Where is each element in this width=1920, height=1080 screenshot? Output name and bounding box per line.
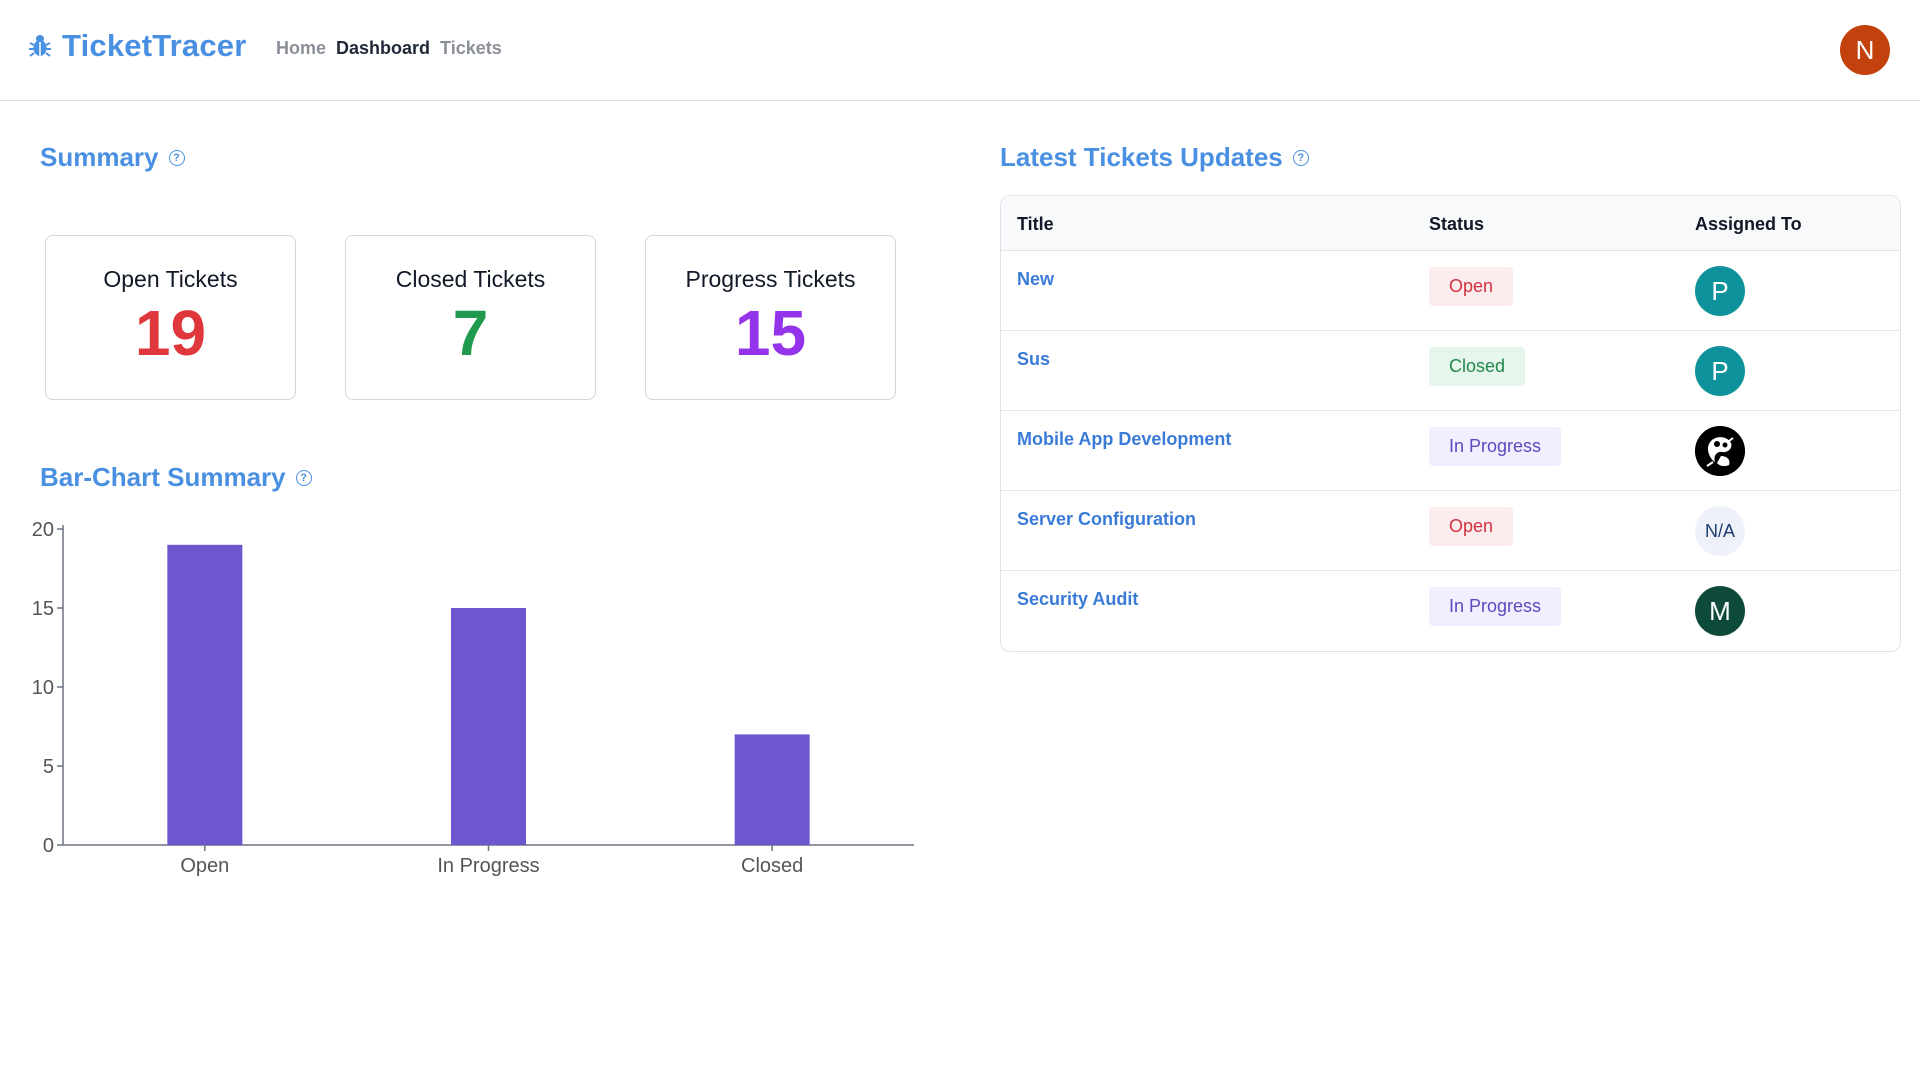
x-tick-label: Open [180,855,229,877]
open-tickets-label: Open Tickets [103,266,238,292]
assignee-avatar[interactable]: P [1695,266,1745,316]
table-row: New Open P [1001,251,1900,331]
nav-dashboard-link[interactable]: Dashboard [336,38,430,59]
closed-tickets-label: Closed Tickets [395,266,546,292]
ticket-title-link[interactable]: Sus [1017,349,1050,370]
brand-logo-link[interactable]: TicketTracer [28,28,247,64]
assignee-avatar: N/A [1695,506,1745,556]
table-row: Server Configuration Open N/A [1001,491,1900,571]
latest-title: Latest Tickets Updates [1000,142,1283,172]
status-badge: In Progress [1429,587,1562,626]
ticket-title-link[interactable]: Security Audit [1017,589,1138,610]
table-header: Title Status Assigned To [1001,196,1900,251]
ticket-title-link[interactable]: New [1017,269,1054,290]
y-tick-label: 5 [43,756,54,778]
status-badge: In Progress [1429,427,1562,466]
assignee-avatar[interactable]: M [1695,586,1745,636]
progress-tickets-count: 15 [734,297,807,369]
user-photo-icon [1695,426,1745,476]
nav-home-link[interactable]: Home [276,38,326,59]
progress-tickets-label: Progress Tickets [685,266,856,292]
table-row: Security Audit In Progress M [1001,571,1900,651]
bar-closed [734,734,810,845]
closed-tickets-card: Closed Tickets 7 [345,235,596,400]
column-header-status: Status [1429,214,1485,234]
summary-help-icon[interactable]: ? [168,149,185,166]
column-header-title: Title [1017,214,1054,234]
y-tick-label: 15 [32,598,54,620]
table-row: Mobile App Development In Progress [1001,411,1900,491]
x-tick-label: Closed [741,855,803,877]
top-header: TicketTracer Home Dashboard Tickets N [0,0,1920,101]
summary-section-title: Summary ? [40,142,185,173]
assignee-avatar[interactable]: P [1695,346,1745,396]
y-tick-label: 0 [43,835,54,857]
main-nav: Home Dashboard Tickets [276,38,502,59]
latest-help-icon[interactable]: ? [1292,149,1309,166]
status-badge: Open [1429,267,1514,306]
barchart-title: Bar-Chart Summary [40,462,286,492]
nav-tickets-link[interactable]: Tickets [440,38,502,59]
latest-tickets-table: Title Status Assigned To New Open P Sus … [1000,195,1901,652]
barchart-help-icon[interactable]: ? [295,469,312,486]
user-avatar[interactable]: N [1840,25,1890,75]
summary-title: Summary [40,142,159,172]
assignee-photo-avatar[interactable] [1695,426,1745,476]
status-badge: Open [1429,507,1514,546]
table-row: Sus Closed P [1001,331,1900,411]
bar-in-progress [451,608,526,845]
progress-tickets-card: Progress Tickets 15 [645,235,896,400]
y-tick-label: 20 [32,519,54,541]
ticket-title-link[interactable]: Mobile App Development [1017,429,1231,450]
open-tickets-count: 19 [134,297,207,369]
closed-tickets-count: 7 [452,297,489,369]
ticket-title-link[interactable]: Server Configuration [1017,509,1196,530]
x-tick-label: In Progress [437,855,539,877]
bug-icon [29,35,51,57]
app-name: TicketTracer [62,28,247,63]
bar-open [167,544,243,845]
bar-chart: 0 5 10 15 20 Open In Progress Closed [32,519,914,877]
column-header-assigned: Assigned To [1695,214,1802,234]
y-tick-label: 10 [32,677,54,699]
barchart-section-title: Bar-Chart Summary ? [40,462,312,493]
open-tickets-card: Open Tickets 19 [45,235,296,400]
status-badge: Closed [1429,347,1526,386]
latest-section-title: Latest Tickets Updates ? [1000,142,1309,173]
